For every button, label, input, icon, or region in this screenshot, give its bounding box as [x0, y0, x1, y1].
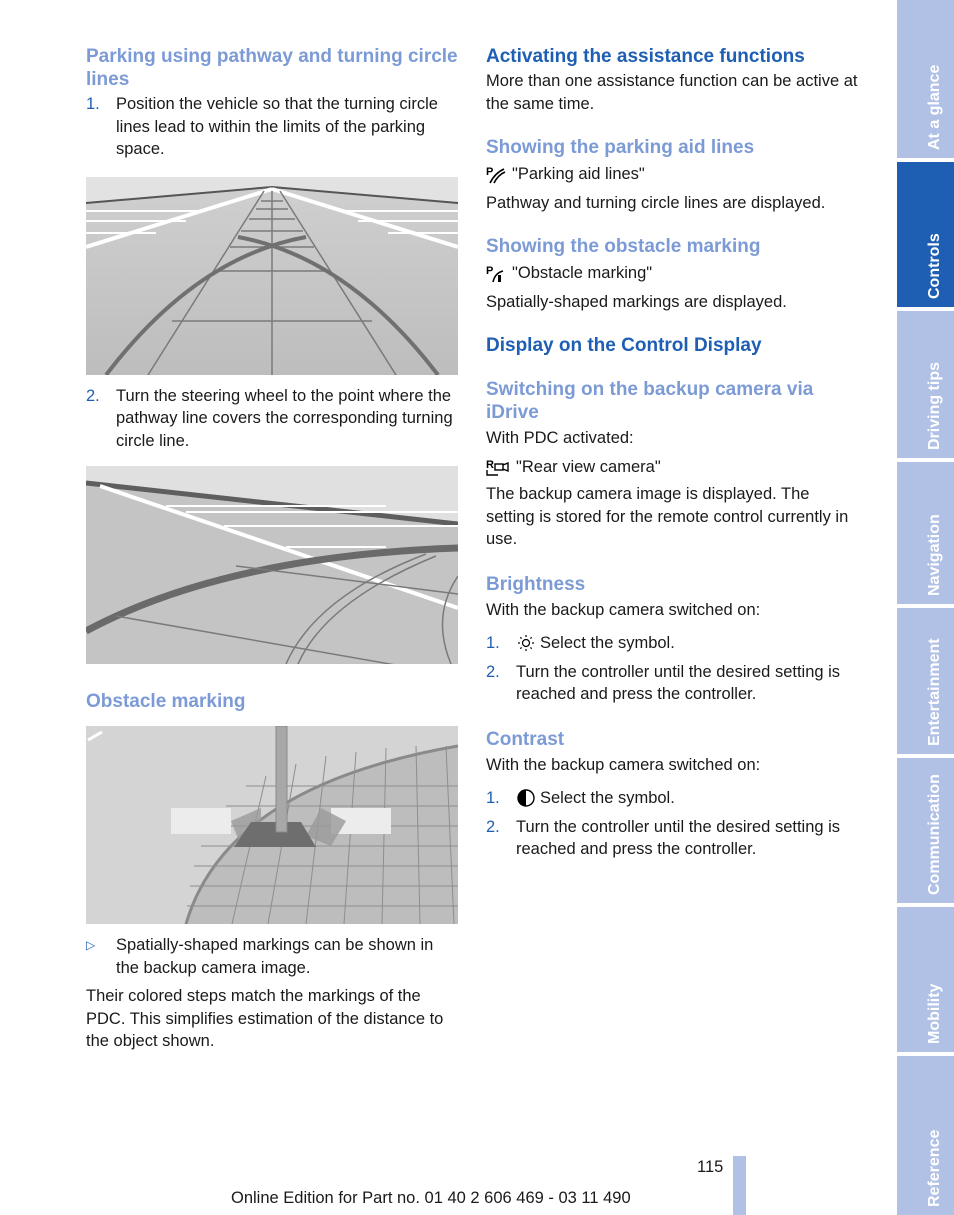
- step-text: Position the vehicle so that the turning…: [116, 95, 438, 158]
- switching-precondition: With PDC activated:: [486, 429, 634, 447]
- page-marker-bar: [733, 1156, 746, 1215]
- right-column: Activating the assistance functions More…: [486, 44, 858, 861]
- brightness-step-1: 1. Select the symbol.: [486, 632, 858, 655]
- parking-aid-menu-item: P "Parking aid lines": [486, 163, 858, 186]
- step-text: Select the symbol.: [540, 634, 675, 652]
- obstacle-menu-item: P "Obstacle marking": [486, 262, 858, 285]
- camera-image-1: [86, 176, 458, 375]
- svg-text:P: P: [486, 265, 493, 277]
- step-1: 1. Position the vehicle so that the turn…: [86, 93, 458, 161]
- tab-mobility[interactable]: Mobility: [897, 907, 954, 1052]
- rear-camera-label: "Rear view camera": [516, 457, 661, 476]
- tab-navigation[interactable]: Navigation: [897, 462, 954, 604]
- step-2: 2. Turn the steering wheel to the point …: [86, 385, 458, 453]
- heading-activating: Activating the assistance functions: [486, 46, 805, 67]
- contrast-step-2: 2. Turn the controller until the desired…: [486, 816, 858, 861]
- figure-pathway-covers-circle: [86, 466, 458, 664]
- step-text: Turn the controller until the desired se…: [516, 817, 841, 859]
- bullet-text: Spatially-shaped markings can be shown i…: [116, 936, 434, 977]
- heading-switching: Switching on the backup camera via iDriv…: [486, 379, 814, 423]
- heading-parking-aid: Showing the parking aid lines: [486, 137, 755, 158]
- edition-footer: Online Edition for Part no. 01 40 2 606 …: [231, 1189, 631, 1207]
- camera-image-3: [86, 726, 458, 924]
- svg-text:R: R: [486, 459, 494, 471]
- step-number: 1.: [486, 789, 500, 807]
- tab-at-a-glance[interactable]: At a glance: [897, 0, 954, 158]
- step-number: 1.: [486, 634, 500, 652]
- step-text: Turn the steering wheel to the point whe…: [116, 386, 453, 450]
- camera-image-2: [86, 466, 458, 664]
- obstacle-description: Spatially-shaped markings are displayed.: [486, 292, 787, 311]
- chapter-tabs: At a glance Controls Driving tips Naviga…: [897, 0, 954, 1215]
- left-column: Parking using pathway and turning circle…: [86, 44, 458, 1053]
- obstacle-paragraph: Their colored steps match the markings o…: [86, 987, 444, 1050]
- page-number: 115: [697, 1158, 724, 1176]
- step-number: 1.: [86, 95, 100, 113]
- parking-aid-label: "Parking aid lines": [512, 165, 645, 183]
- step-number: 2.: [486, 662, 500, 681]
- tab-driving-tips[interactable]: Driving tips: [897, 311, 954, 458]
- bullet-item: ▷ Spatially-shaped markings can be shown…: [86, 934, 458, 979]
- tab-reference[interactable]: Reference: [897, 1056, 954, 1215]
- step-number: 2.: [86, 386, 100, 405]
- parking-aid-lines-icon: P: [486, 164, 506, 184]
- step-number: 2.: [486, 817, 500, 836]
- triangle-bullet-icon: ▷: [86, 938, 96, 952]
- step-text: Select the symbol.: [540, 789, 675, 807]
- brightness-step-2: 2. Turn the controller until the desired…: [486, 661, 858, 706]
- switching-description: The backup camera image is displayed. Th…: [486, 485, 849, 548]
- figure-obstacle-marking: [86, 726, 458, 924]
- figure-turning-circle-lines: [86, 176, 458, 375]
- brightness-precondition: With the backup camera switched on:: [486, 600, 761, 619]
- obstacle-label: "Obstacle marking": [512, 264, 653, 282]
- heading-contrast: Contrast: [486, 728, 565, 750]
- parking-aid-description: Pathway and turning circle lines are dis…: [486, 193, 826, 212]
- brightness-sun-icon: [516, 633, 536, 653]
- tab-communication[interactable]: Communication: [897, 758, 954, 903]
- heading-control-display: Display on the Control Display: [486, 335, 762, 356]
- heading-parking-pathway: Parking using pathway and turning circle…: [86, 46, 458, 90]
- heading-brightness: Brightness: [486, 573, 586, 595]
- obstacle-marking-icon: P: [486, 263, 506, 283]
- heading-obstacle-marking: Obstacle marking: [86, 691, 246, 712]
- rear-view-camera-icon: R: [486, 457, 510, 477]
- contrast-precondition: With the backup camera switched on:: [486, 755, 761, 774]
- rear-camera-menu-item: R "Rear view camera": [486, 456, 858, 479]
- contrast-half-circle-icon: [516, 788, 536, 808]
- step-text: Turn the controller until the desired se…: [516, 662, 841, 704]
- heading-obstacle: Showing the obstacle marking: [486, 236, 761, 257]
- contrast-step-1: 1. Select the symbol.: [486, 787, 858, 810]
- svg-text:P: P: [486, 166, 493, 178]
- activating-paragraph: More than one assistance function can be…: [486, 72, 858, 113]
- tab-entertainment[interactable]: Entertainment: [897, 608, 954, 754]
- tab-controls[interactable]: Controls: [897, 162, 954, 307]
